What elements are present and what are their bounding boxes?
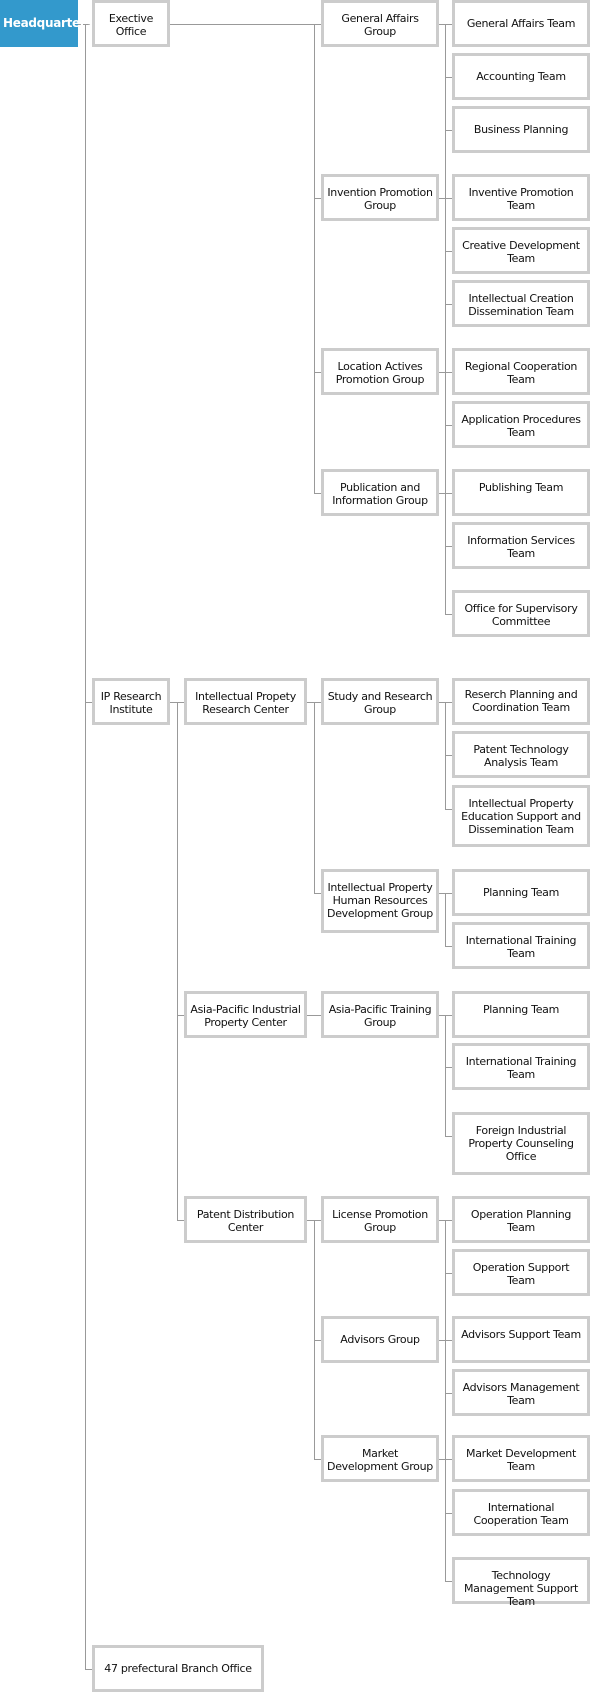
- planning-team-node: Planning Team: [452, 991, 590, 1038]
- location-actives-group-node: Location Actives Promotion Group: [321, 348, 439, 395]
- planning-team-node: Planning Team: [452, 869, 590, 916]
- executive-office-node: Exective Office: [92, 0, 170, 47]
- application-procedures-team-node: Application Procedures Team: [452, 401, 590, 448]
- connector-line: [170, 24, 321, 373]
- market-development-team-node: Market Development Team: [452, 1435, 590, 1482]
- asia-pacific-center-node: Asia-Pacific Industrial Property Center: [184, 991, 307, 1038]
- connector-line: [170, 24, 321, 199]
- market-development-group-node: Market Development Group: [321, 1435, 439, 1482]
- foreign-counseling-office-node: Foreign Industrial Property Counseling O…: [452, 1112, 590, 1175]
- general-affairs-group-node: General Affairs Group: [321, 0, 439, 47]
- connector-line: [439, 893, 452, 947]
- advisors-group-node: Advisors Group: [321, 1316, 439, 1363]
- accounting-team-node: Accounting Team: [452, 53, 590, 100]
- ip-research-center-node: Intellectual Propety Research Center: [184, 678, 307, 725]
- supervisory-office-node: Office for Supervisory Committee: [452, 590, 590, 637]
- international-cooperation-team-node: International Cooperation Team: [452, 1489, 590, 1536]
- connector-line: [170, 24, 452, 615]
- ip-education-team-node: Intellectual Property Education Support …: [452, 785, 590, 847]
- asia-pacific-training-group-node: Asia-Pacific Training Group: [321, 991, 439, 1038]
- study-research-group-node: Study and Research Group: [321, 678, 439, 725]
- headquarters-node: Headquarters: [0, 0, 93, 47]
- ip-hr-group-node: Intellectual Property Human Resources De…: [321, 869, 439, 933]
- operation-planning-team-node: Operation Planning Team: [452, 1196, 590, 1243]
- ip-research-institute-node: IP Research Institute: [92, 678, 170, 725]
- connector-line: [307, 1220, 452, 1582]
- general-affairs-team-node: General Affairs Team: [452, 0, 590, 47]
- research-planning-team-node: Reserch Planning and Coordination Team: [452, 678, 590, 725]
- advisors-support-team-node: Advisors Support Team: [452, 1316, 590, 1363]
- business-planning-node: Business Planning: [452, 106, 590, 153]
- invention-promotion-group-node: Invention Promotion Group: [321, 174, 439, 221]
- connector-line: [307, 702, 321, 894]
- regional-cooperation-team-node: Regional Cooperation Team: [452, 348, 590, 395]
- patent-distribution-center-node: Patent Distribution Center: [184, 1196, 307, 1243]
- technology-management-team-node: Technology Management Support Team: [452, 1557, 590, 1608]
- patent-technology-team-node: Patent Technology Analysis Team: [452, 731, 590, 778]
- intellectual-creation-team-node: Intellectual Creation Dissemination Team: [452, 280, 590, 327]
- operation-support-team-node: Operation Support Team: [452, 1249, 590, 1296]
- publishing-team-node: Publishing Team: [452, 469, 590, 516]
- international-training-team-node: International Training Team: [452, 922, 590, 969]
- branch-offices-node: 47 prefectural Branch Office: [92, 1645, 264, 1692]
- advisors-management-team-node: Advisors Management Team: [452, 1369, 590, 1416]
- information-services-team-node: Information Services Team: [452, 522, 590, 569]
- connector-line: [78, 24, 92, 1670]
- connector-line: [170, 702, 184, 1221]
- international-training-team-node: International Training Team: [452, 1043, 590, 1090]
- inventive-promotion-team-node: Inventive Promotion Team: [452, 174, 590, 221]
- connector-line: [170, 24, 321, 494]
- license-promotion-group-node: License Promotion Group: [321, 1196, 439, 1243]
- publication-group-node: Publication and Information Group: [321, 469, 439, 516]
- creative-development-team-node: Creative Development Team: [452, 227, 590, 274]
